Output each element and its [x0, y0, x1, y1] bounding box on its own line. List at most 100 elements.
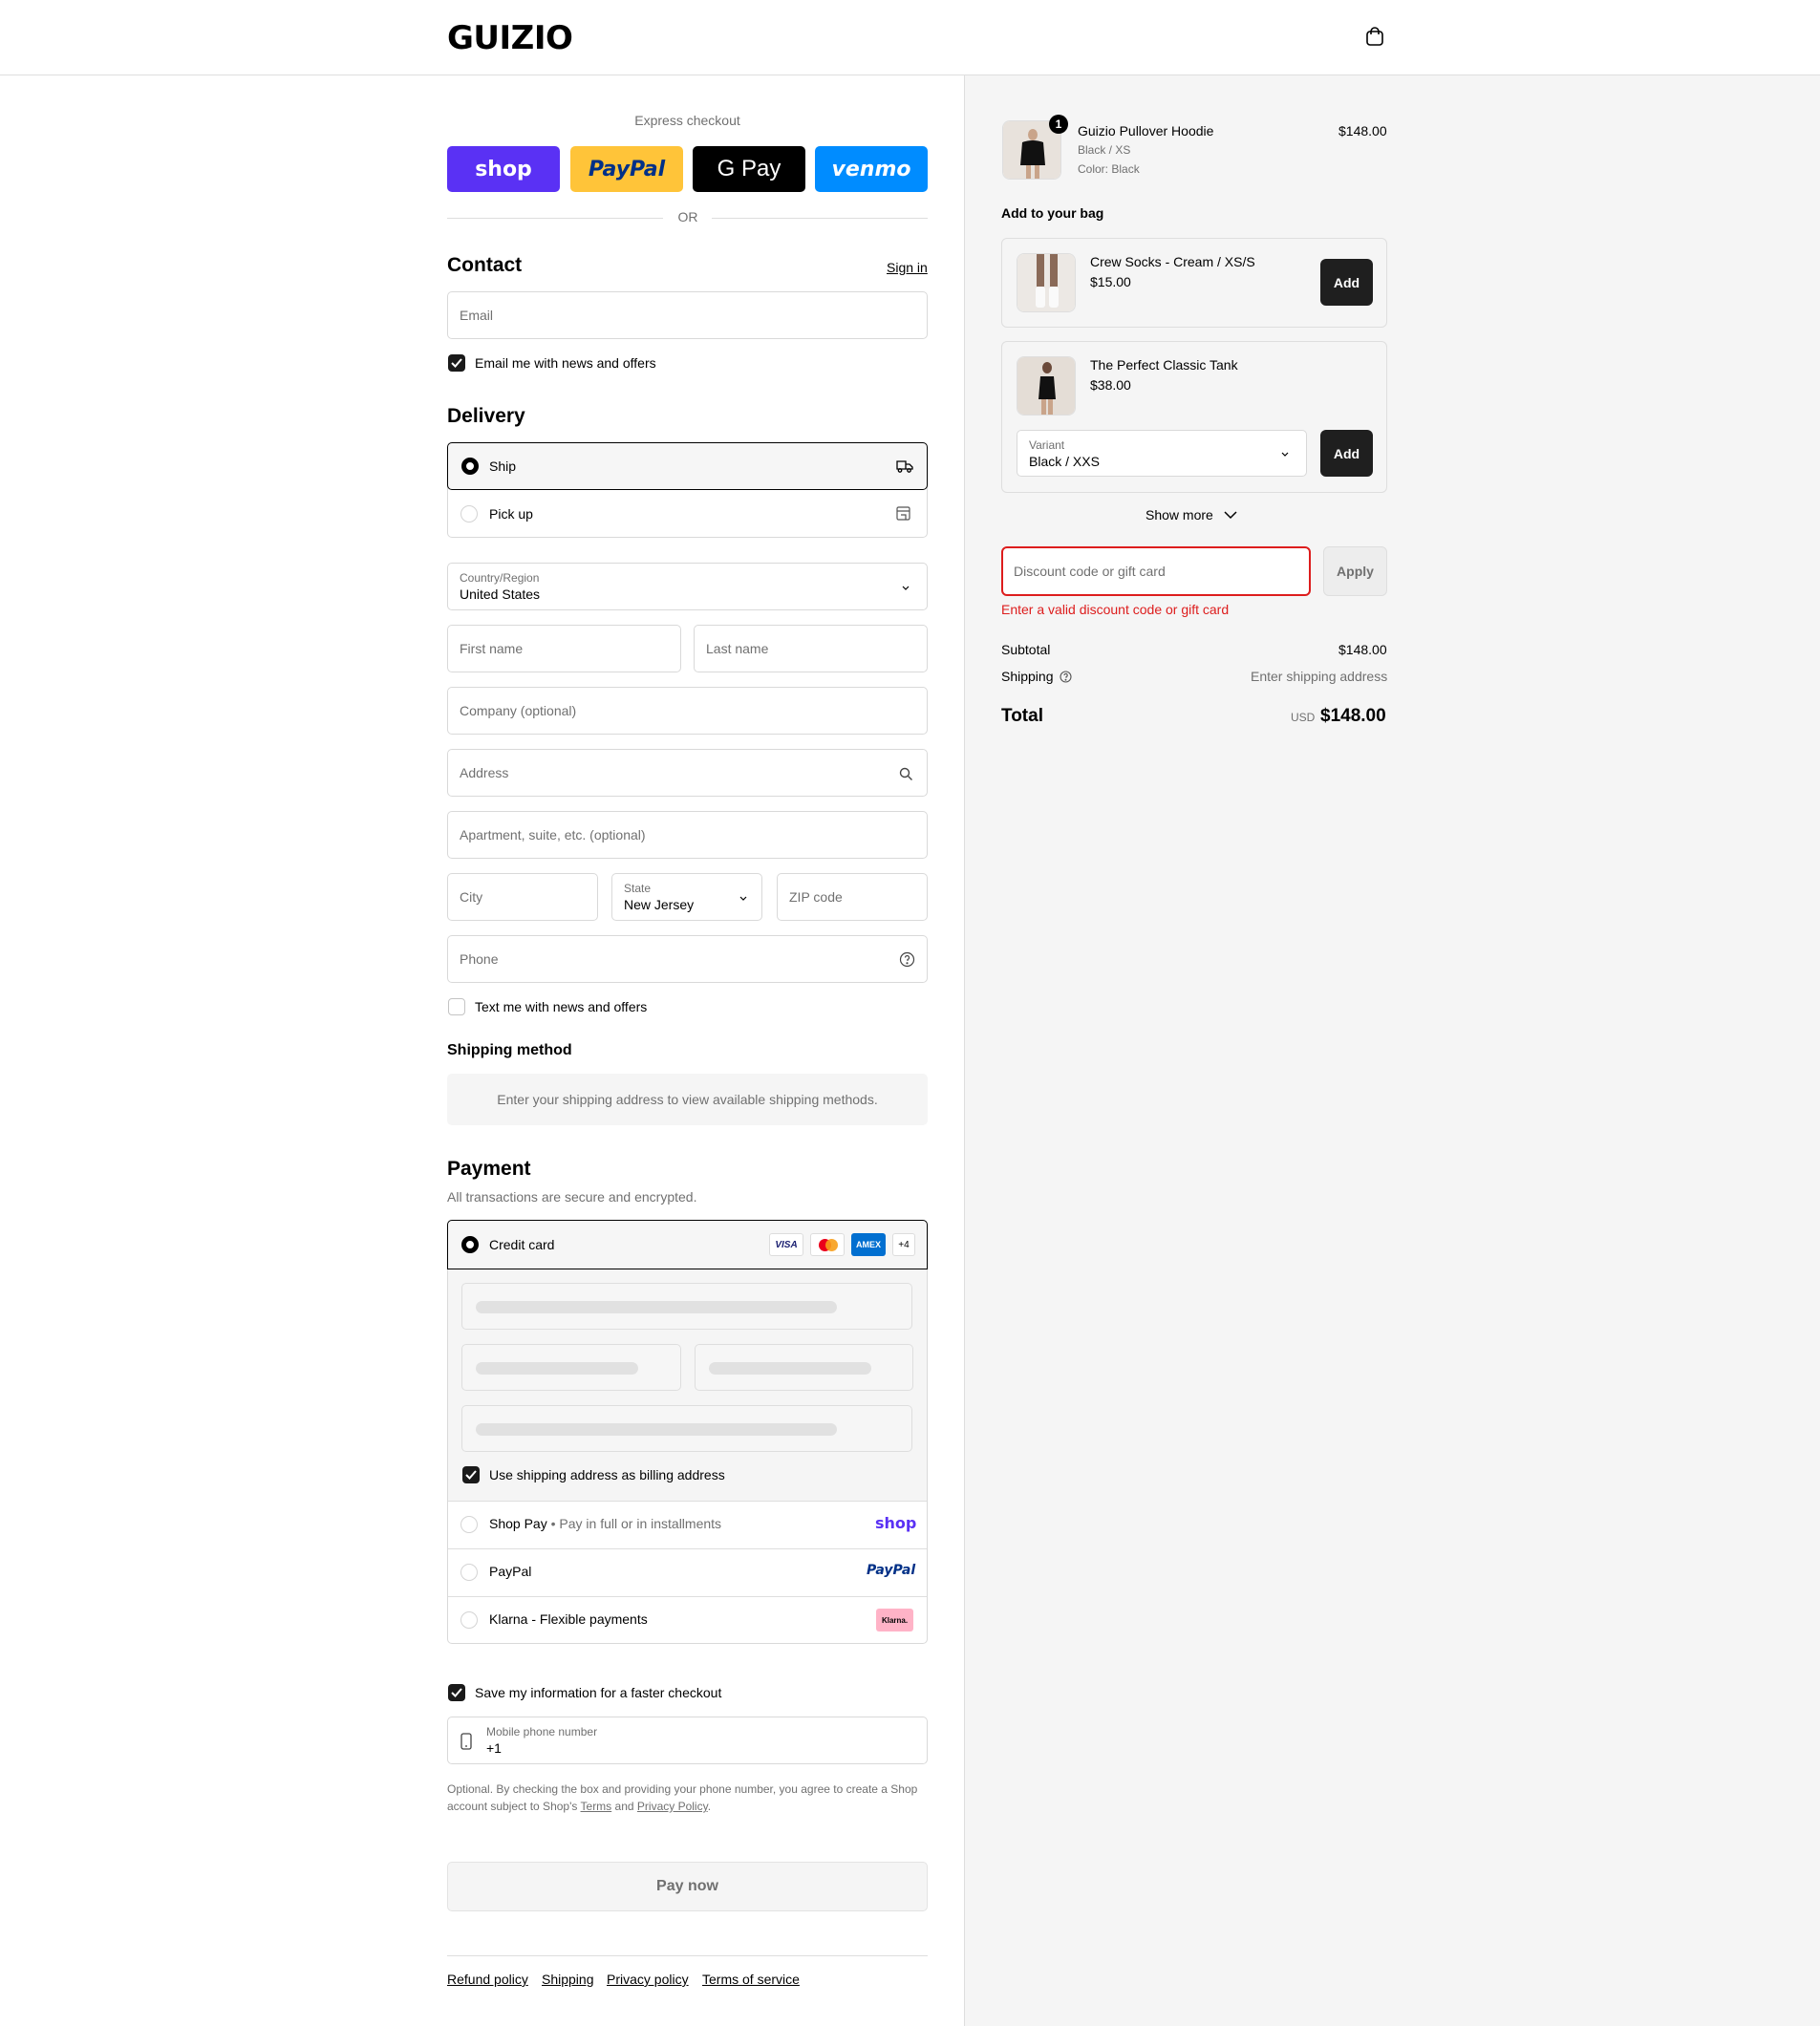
add-socks-button[interactable]: Add	[1320, 259, 1373, 306]
zip-field[interactable]: ZIP code	[777, 873, 928, 921]
upsell-name: Crew Socks - Cream / XS/S	[1090, 254, 1255, 269]
paypal-option[interactable]: PayPal PayPal	[448, 1549, 927, 1596]
express-checkout-label: Express checkout	[634, 113, 740, 128]
chevron-down-icon	[1281, 452, 1289, 457]
credit-card-radio[interactable]	[461, 1236, 479, 1253]
visa-icon: VISA	[769, 1233, 803, 1256]
add-tank-button[interactable]: Add	[1320, 430, 1373, 477]
billing-same-checkbox[interactable]	[462, 1466, 480, 1483]
credit-card-option[interactable]: Credit card VISA AMEX +4	[447, 1220, 928, 1269]
shipping-value: Enter shipping address	[1251, 669, 1388, 684]
phone-field[interactable]: Phone	[447, 935, 928, 983]
name-on-card-field[interactable]	[461, 1405, 912, 1452]
security-code-field[interactable]	[695, 1344, 913, 1391]
email-news-label: Email me with news and offers	[475, 355, 656, 371]
help-icon[interactable]	[899, 951, 915, 968]
total-label: Total	[1001, 706, 1043, 726]
amex-icon: AMEX	[851, 1233, 886, 1256]
venmo-express-button[interactable]: venmo	[815, 146, 928, 192]
chevron-down-icon	[902, 586, 910, 590]
company-field[interactable]: Company (optional)	[447, 687, 928, 735]
header: GUIZIO	[0, 0, 1820, 75]
privacy-policy-footer-link[interactable]: Privacy policy	[607, 1972, 689, 1987]
pickup-radio[interactable]	[460, 505, 478, 522]
google-pay-express-button[interactable]: G Pay	[693, 146, 805, 192]
sign-in-link[interactable]: Sign in	[887, 260, 928, 275]
quantity-badge: 1	[1049, 115, 1068, 134]
upsell-card: Crew Socks - Cream / XS/S $15.00 Add	[1001, 238, 1387, 328]
subtotal-label: Subtotal	[1001, 642, 1051, 657]
address-field[interactable]: Address	[447, 749, 928, 797]
shop-disclaimer: Optional. By checking the box and provid…	[447, 1782, 918, 1813]
divider	[447, 1955, 928, 1956]
check-icon	[451, 358, 462, 368]
store-logo[interactable]: GUIZIO	[447, 19, 573, 57]
sms-news-label: Text me with news and offers	[475, 999, 648, 1014]
terms-link[interactable]: Terms	[581, 1800, 612, 1813]
payment-subtitle: All transactions are secure and encrypte…	[447, 1189, 697, 1205]
paypal-logo: PayPal	[867, 1563, 916, 1578]
payment-heading: Payment	[447, 1158, 531, 1180]
shipping-method-placeholder: Enter your shipping address to view avai…	[447, 1074, 928, 1125]
save-info-label: Save my information for a faster checkou…	[475, 1685, 722, 1700]
add-to-bag-heading: Add to your bag	[1001, 205, 1104, 221]
klarna-option[interactable]: Klarna - Flexible payments Klarna.	[448, 1597, 927, 1643]
sms-news-checkbox[interactable]	[448, 998, 465, 1015]
pickup-label: Pick up	[489, 506, 533, 522]
shipping-row-label: Shipping	[1001, 669, 1072, 684]
expiry-field[interactable]	[461, 1344, 681, 1391]
state-select[interactable]: State New Jersey	[611, 873, 762, 921]
mastercard-icon	[810, 1233, 845, 1256]
store-icon	[896, 506, 910, 521]
card-number-field[interactable]	[461, 1283, 912, 1330]
item-variant: Black / XS	[1078, 143, 1131, 157]
shop-pay-radio[interactable]	[460, 1516, 478, 1533]
terms-of-service-link[interactable]: Terms of service	[702, 1972, 800, 1987]
mobile-phone-icon	[460, 1733, 472, 1750]
contact-heading: Contact	[447, 254, 523, 276]
item-name: Guizio Pullover Hoodie	[1078, 123, 1214, 139]
pay-now-button[interactable]: Pay now	[447, 1862, 928, 1911]
privacy-policy-link[interactable]: Privacy Policy	[637, 1800, 708, 1813]
country-select[interactable]: Country/Region United States	[447, 563, 928, 610]
apply-discount-button[interactable]: Apply	[1323, 546, 1387, 596]
variant-select[interactable]: Variant Black / XXS	[1017, 430, 1307, 477]
tank-thumbnail	[1017, 356, 1076, 416]
refund-policy-link[interactable]: Refund policy	[447, 1972, 528, 1987]
search-icon	[899, 767, 912, 780]
mobile-phone-field[interactable]: Mobile phone number +1	[447, 1717, 928, 1764]
truck-icon	[896, 460, 913, 473]
delivery-heading: Delivery	[447, 405, 525, 427]
product-image	[1017, 254, 1075, 311]
show-more-button[interactable]: Show more	[1146, 507, 1238, 522]
billing-same-label: Use shipping address as billing address	[489, 1467, 725, 1482]
shop-pay-express-button[interactable]: shop	[447, 146, 560, 192]
pickup-option[interactable]: Pick up	[447, 490, 928, 538]
divider	[712, 218, 928, 219]
socks-thumbnail	[1017, 253, 1076, 312]
chevron-down-icon	[1224, 511, 1237, 520]
paypal-express-button[interactable]: PayPal	[570, 146, 683, 192]
bag-icon[interactable]	[1364, 26, 1385, 47]
apartment-field[interactable]: Apartment, suite, etc. (optional)	[447, 811, 928, 859]
shop-pay-option[interactable]: Shop Pay • Pay in full or in installment…	[448, 1502, 927, 1548]
city-field[interactable]: City	[447, 873, 598, 921]
discount-code-input[interactable]: Discount code or gift card	[1001, 546, 1311, 596]
total-value: $148.00	[1320, 706, 1386, 726]
shipping-policy-link[interactable]: Shipping	[542, 1972, 594, 1987]
product-image	[1017, 357, 1075, 415]
ship-radio[interactable]	[461, 458, 479, 475]
first-name-field[interactable]: First name	[447, 625, 681, 672]
klarna-radio[interactable]	[460, 1611, 478, 1629]
email-news-checkbox[interactable]	[448, 354, 465, 372]
item-color: Color: Black	[1078, 162, 1140, 176]
ship-option[interactable]: Ship	[447, 442, 928, 490]
last-name-field[interactable]: Last name	[694, 625, 928, 672]
paypal-radio[interactable]	[460, 1564, 478, 1581]
shop-pay-label: Shop Pay • Pay in full or in installment…	[489, 1516, 722, 1531]
help-icon[interactable]	[1059, 670, 1072, 683]
upsell-price: $15.00	[1090, 274, 1131, 289]
email-field[interactable]: Email	[447, 291, 928, 339]
item-price: $148.00	[1338, 123, 1387, 139]
save-info-checkbox[interactable]	[448, 1684, 465, 1701]
